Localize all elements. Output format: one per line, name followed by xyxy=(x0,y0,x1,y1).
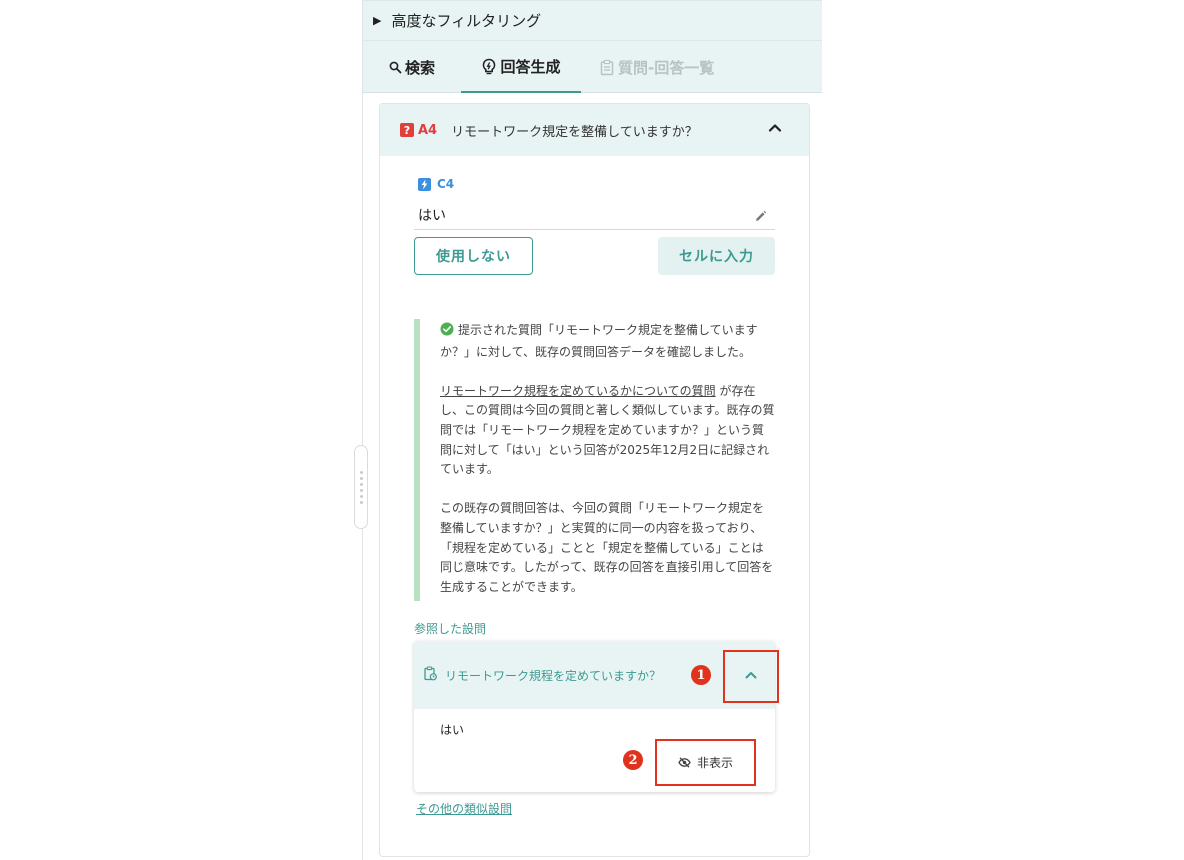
handle-dot xyxy=(359,476,363,480)
chevron-up-icon xyxy=(744,667,758,686)
clipboard-icon xyxy=(599,59,615,76)
triangle-right-icon: ▶ xyxy=(373,14,382,27)
referenced-answer: はい xyxy=(440,723,465,737)
explanation-text-1: 提示された質問「リモートワーク規定を整備していますか？」に対して、既存の質問回答… xyxy=(440,323,758,359)
tab-qa-list[interactable]: 質問-回答一覧 xyxy=(599,41,714,93)
do-not-use-button[interactable]: 使用しない xyxy=(414,237,533,275)
question-code: A4 xyxy=(418,122,438,138)
answer-field[interactable]: はい xyxy=(414,200,775,230)
handle-dot xyxy=(359,500,363,504)
hide-button-label: 非表示 xyxy=(696,756,733,770)
check-circle-icon xyxy=(440,322,454,343)
handle-dot xyxy=(359,482,363,486)
explanation-block: 提示された質問「リモートワーク規定を整備していますか？」に対して、既存の質問回答… xyxy=(414,319,775,601)
hide-button[interactable]: 非表示 xyxy=(655,739,756,786)
question-card-header[interactable]: ? A4 リモートワーク規定を整備していますか？ xyxy=(380,104,809,156)
chevron-up-icon[interactable] xyxy=(767,120,783,140)
annotation-badge-2: 2 xyxy=(623,750,643,770)
pencil-icon[interactable] xyxy=(754,208,767,227)
answer-value: はい xyxy=(418,207,446,224)
tab-answer-generation[interactable]: 回答生成 xyxy=(461,41,581,93)
other-similar-questions-link[interactable]: その他の類似設問 xyxy=(416,800,512,817)
annotation-badge-1: 1 xyxy=(691,665,711,685)
explanation-paragraph-3: この既存の質問回答は、今回の質問「リモートワーク規定を整備していますか？」と実質… xyxy=(440,501,774,594)
tab-bar: 検索 回答生成 質問-回答一覧 xyxy=(363,41,822,93)
existing-question-link[interactable]: リモートワーク規程を定めているかについての質問 xyxy=(440,384,716,398)
referenced-question-card: リモートワーク規程を定めていますか？ 1 はい 2 非表示 xyxy=(414,641,779,792)
referenced-question-header[interactable]: リモートワーク規程を定めていますか？ 1 xyxy=(414,641,775,709)
side-panel: ▶ 高度なフィルタリング 検索 回答生成 質問-回答一覧 ? A4 リモートワー… xyxy=(362,0,822,860)
clipboard-clock-icon xyxy=(424,665,437,685)
lightbulb-icon xyxy=(481,58,497,75)
eye-off-icon xyxy=(678,757,691,768)
handle-dot xyxy=(359,494,363,498)
handle-dot xyxy=(359,488,363,492)
tab-answer-generation-label: 回答生成 xyxy=(500,57,561,76)
cell-code: C4 xyxy=(437,177,455,191)
cell-reference: C4 xyxy=(418,177,454,191)
advanced-filter-toggle[interactable]: ▶ 高度なフィルタリング xyxy=(363,0,822,41)
enter-cell-button[interactable]: セルに入力 xyxy=(658,237,775,275)
question-card: ? A4 リモートワーク規定を整備していますか？ C4 はい 使用しない セルに… xyxy=(379,103,810,857)
explanation-paragraph-1: 提示された質問「リモートワーク規定を整備していますか？」に対して、既存の質問回答… xyxy=(440,321,775,362)
question-mark-icon: ? xyxy=(400,123,414,137)
explanation-paragraph-2: リモートワーク規程を定めているかについての質問 が存在し、この質問は今回の質問と… xyxy=(440,382,775,480)
tab-search-label: 検索 xyxy=(405,58,436,77)
referenced-question-collapse-button[interactable] xyxy=(723,650,779,703)
search-icon xyxy=(389,61,402,74)
question-text: リモートワーク規定を整備していますか？ xyxy=(451,124,698,140)
referenced-questions-label: 参照した設問 xyxy=(414,622,487,636)
tab-search[interactable]: 検索 xyxy=(389,41,435,93)
tab-qa-list-label: 質問-回答一覧 xyxy=(618,58,715,77)
cell-lightning-icon xyxy=(418,177,431,191)
referenced-question-text: リモートワーク規程を定めていますか？ xyxy=(445,668,662,683)
advanced-filter-label: 高度なフィルタリング xyxy=(391,12,542,30)
panel-resize-handle[interactable] xyxy=(354,445,368,529)
handle-dot xyxy=(359,470,363,474)
